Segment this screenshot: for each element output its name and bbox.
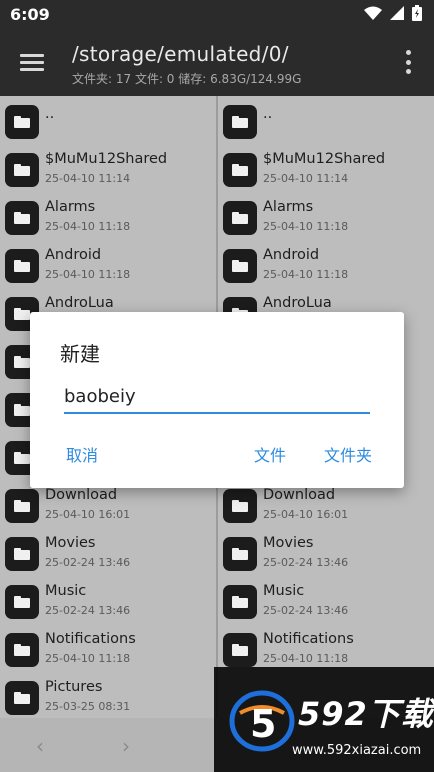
list-item[interactable]: Movies 25-02-24 13:46 [218,528,434,576]
file-name: .. [45,106,55,122]
file-name: .. [263,106,273,122]
file-name: AndroLua [263,295,332,311]
file-name: Movies [263,535,314,551]
file-date: 25-02-24 13:46 [263,604,349,617]
status-time: 6:09 [10,5,50,24]
signal-icon [390,6,404,20]
list-item[interactable]: Music 25-02-24 13:46 [218,576,434,624]
folder-icon [5,105,39,139]
file-name: Download [263,487,336,503]
file-date: 25-03-25 08:31 [45,700,131,713]
folder-icon [223,633,257,667]
file-date: 25-02-24 13:46 [45,604,131,617]
menu-icon[interactable] [20,52,46,74]
new-folder-button[interactable]: 文件夹 [324,442,372,466]
current-path: /storage/emulated/0/ [72,42,289,66]
folder-icon [5,537,39,571]
watermark-title: 592下载 [298,695,434,733]
list-item[interactable]: Movies 25-02-24 13:46 [0,528,216,576]
folder-icon [5,489,39,523]
folder-icon [5,633,39,667]
list-item[interactable]: Alarms 25-04-10 11:18 [218,192,434,240]
svg-text:5: 5 [250,702,276,746]
list-item[interactable]: Notifications 25-04-10 11:18 [0,624,216,672]
list-item[interactable]: Pictures 25-03-25 08:31 [0,672,216,718]
battery-icon [412,5,422,21]
name-input[interactable] [64,380,370,414]
list-item[interactable]: .. [218,96,434,144]
file-name: Android [45,247,102,263]
file-date: 25-04-10 11:14 [263,172,349,185]
file-date: 25-04-10 11:18 [45,220,131,233]
file-date: 25-04-10 11:14 [45,172,131,185]
list-item[interactable]: Alarms 25-04-10 11:18 [0,192,216,240]
file-name: Notifications [45,631,136,647]
folder-icon [5,681,39,715]
dialog-title: 新建 [60,342,100,366]
folder-icon [5,153,39,187]
file-name: $MuMu12Shared [45,151,168,167]
file-date: 25-02-24 13:46 [263,556,349,569]
list-item[interactable]: $MuMu12Shared 25-04-10 11:14 [0,144,216,192]
file-name: Pictures [45,679,103,695]
list-item[interactable]: .. [0,96,216,144]
folder-icon [223,585,257,619]
status-bar: 6:09 [0,0,434,30]
file-name: Music [45,583,87,599]
watermark-url: www.592xiazai.com [292,743,422,758]
file-date: 25-02-24 13:46 [45,556,131,569]
file-date: 25-04-10 11:18 [45,652,131,665]
folder-icon [223,201,257,235]
folder-icon [223,537,257,571]
file-name: Android [263,247,320,263]
file-date: 25-04-10 11:18 [263,220,349,233]
status-icons [364,5,422,21]
file-date: 25-04-10 11:18 [45,268,131,281]
list-item[interactable]: Notifications 25-04-10 11:18 [218,624,434,672]
folder-icon [5,201,39,235]
list-item[interactable]: Android 25-04-10 11:18 [0,240,216,288]
cancel-button[interactable]: 取消 [66,442,98,466]
file-name: Movies [45,535,96,551]
list-item[interactable]: Music 25-02-24 13:46 [0,576,216,624]
list-item[interactable]: $MuMu12Shared 25-04-10 11:14 [218,144,434,192]
file-name: Music [263,583,305,599]
folder-icon [5,249,39,283]
file-date: 25-04-10 11:18 [263,268,349,281]
app-toolbar: /storage/emulated/0/ 文件夹: 17 文件: 0 储存: 6… [0,30,434,96]
file-name: $MuMu12Shared [263,151,386,167]
wifi-icon [364,6,382,20]
folder-icon [223,249,257,283]
new-file-button[interactable]: 文件 [254,442,286,466]
file-name: Alarms [263,199,314,215]
file-name: Alarms [45,199,96,215]
file-name: AndroLua [45,295,114,311]
file-date: 25-04-10 16:01 [263,508,349,521]
file-name: Download [45,487,118,503]
file-date: 25-04-10 11:18 [263,652,349,665]
folder-icon [223,105,257,139]
folder-icon [223,153,257,187]
new-item-dialog: 新建 取消 文件 文件夹 [30,312,404,488]
folder-icon [223,489,257,523]
watermark: 5 592下载 www.592xiazai.com [214,667,434,772]
storage-info: 文件夹: 17 文件: 0 储存: 6.83G/124.99G [72,72,302,86]
list-item[interactable]: Android 25-04-10 11:18 [218,240,434,288]
file-name: Notifications [263,631,354,647]
file-date: 25-04-10 16:01 [45,508,131,521]
folder-icon [5,585,39,619]
back-arrow-icon[interactable]: ‹ [36,734,44,758]
watermark-logo-icon: 5 [229,690,295,752]
more-options-icon[interactable] [404,50,412,74]
forward-arrow-icon[interactable]: › [122,734,130,758]
